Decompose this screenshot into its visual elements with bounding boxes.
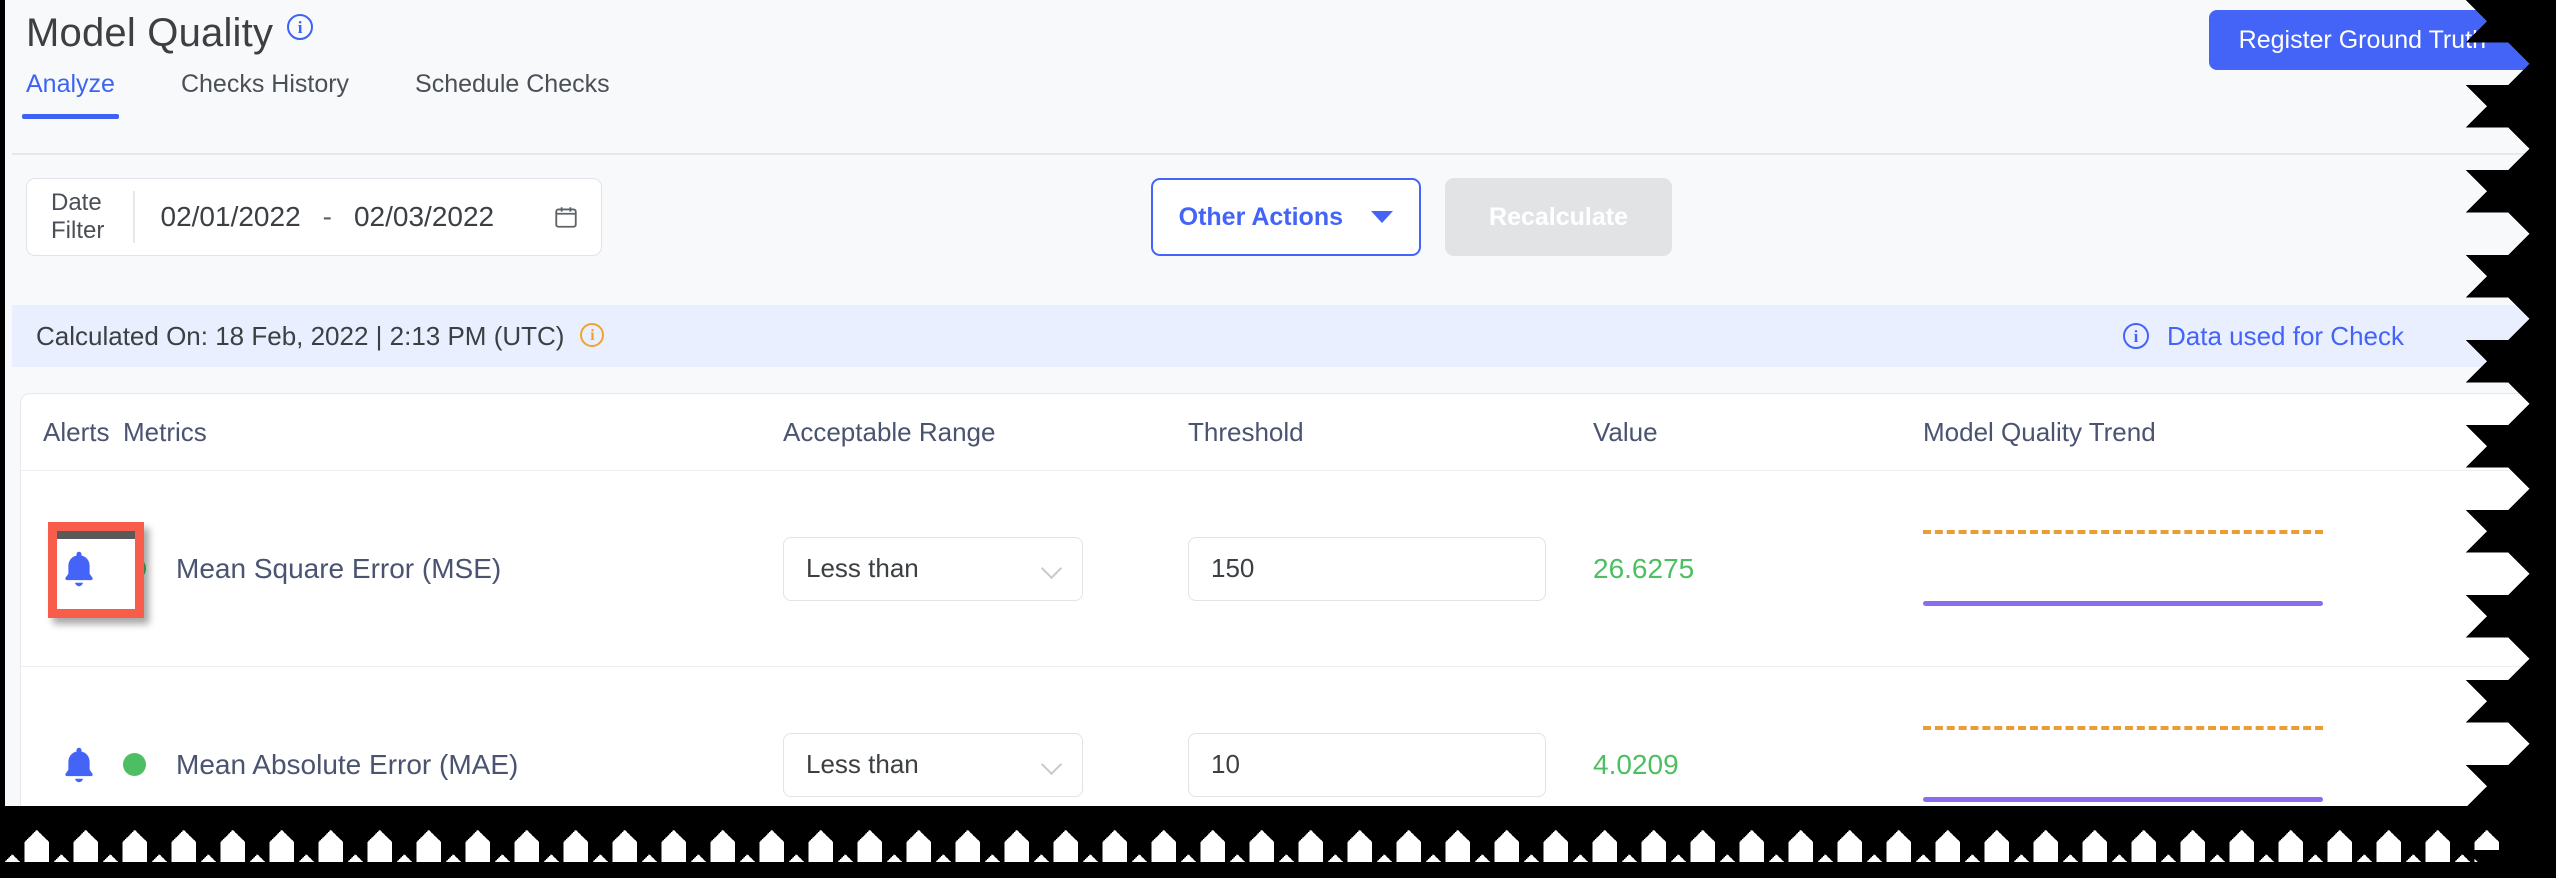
- alert-cell: [21, 729, 123, 801]
- metric-name: Mean Absolute Error (MAE): [176, 748, 519, 780]
- metric-cell: Mean Square Error (MSE): [123, 553, 783, 585]
- register-ground-truth-label: Register Ground Truth: [2238, 25, 2486, 54]
- tab-analyze[interactable]: Analyze: [22, 70, 145, 119]
- page-title-text: Model Quality: [26, 11, 274, 55]
- threshold-trend-line: [1923, 725, 2323, 730]
- acceptable-range-cell: Less than: [783, 732, 1188, 797]
- date-filter-value[interactable]: 02/01/2022 - 02/03/2022: [135, 201, 602, 233]
- calculated-on-text: Calculated On: 18 Feb, 2022 | 2:13 PM (U…: [36, 320, 565, 351]
- bell-icon: [65, 747, 93, 782]
- tab-schedule-checks[interactable]: Schedule Checks: [415, 70, 640, 119]
- threshold-cell: 10: [1188, 732, 1593, 797]
- column-header-acceptable-range: Acceptable Range: [783, 416, 996, 447]
- calculated-on-text-wrap: Calculated On: 18 Feb, 2022 | 2:13 PM (U…: [36, 320, 605, 352]
- acceptable-range-value: Less than: [806, 749, 919, 779]
- table-row: Mean Square Error (MSE) Less than 150 26…: [21, 471, 2555, 667]
- metric-name: Mean Square Error (MSE): [176, 552, 502, 584]
- value-cell: 26.6275: [1593, 553, 1923, 585]
- highlight-inner-shade: [57, 530, 135, 539]
- metric-trend-line: [1923, 600, 2323, 606]
- column-header-alerts: Alerts: [43, 416, 110, 447]
- page-title: Model Quality: [26, 11, 314, 56]
- value-cell: 4.0209: [1593, 749, 1923, 781]
- metric-cell: Mean Absolute Error (MAE): [123, 749, 783, 781]
- header-divider: [12, 153, 2556, 155]
- tab-checks-history[interactable]: Checks History: [181, 70, 379, 119]
- column-header-metrics: Metrics: [123, 416, 207, 447]
- bell-icon: [65, 551, 93, 586]
- alert-bell-button[interactable]: [43, 729, 115, 801]
- info-icon: [2122, 323, 2149, 349]
- date-filter-start: 02/01/2022: [160, 201, 301, 232]
- torn-edge-right-fill: [2536, 0, 2556, 878]
- other-actions-button[interactable]: Other Actions: [1150, 178, 1421, 256]
- recalculate-button[interactable]: Recalculate: [1445, 178, 1672, 256]
- data-used-for-check-label: Data used for Check: [2166, 320, 2404, 351]
- other-actions-label: Other Actions: [1178, 202, 1343, 231]
- model-quality-trend-chart: [1923, 514, 2323, 624]
- date-filter-end: 02/03/2022: [353, 201, 495, 232]
- date-filter-separator: -: [322, 201, 332, 232]
- threshold-input[interactable]: 150: [1188, 536, 1546, 601]
- acceptable-range-cell: Less than: [783, 536, 1188, 601]
- acceptable-range-value: Less than: [806, 553, 919, 583]
- threshold-cell: 150: [1188, 536, 1593, 601]
- calculated-on-banner: Calculated On: 18 Feb, 2022 | 2:13 PM (U…: [12, 305, 2556, 367]
- tab-bar: Analyze Checks History Schedule Checks: [22, 70, 676, 119]
- date-filter-label: Date Filter: [27, 189, 133, 244]
- threshold-input[interactable]: 10: [1188, 732, 1546, 797]
- metric-value: 4.0209: [1593, 748, 1679, 780]
- acceptable-range-select[interactable]: Less than: [783, 536, 1083, 601]
- column-header-threshold: Threshold: [1188, 416, 1304, 447]
- app-header: Model Quality Analyze Checks History Sch…: [12, 0, 2556, 119]
- torn-edge-bottom-fill: [0, 862, 2556, 878]
- metric-value: 26.6275: [1593, 552, 1695, 584]
- chevron-down-icon: [1371, 211, 1393, 223]
- model-quality-trend-chart: [1923, 710, 2323, 820]
- date-filter-label-line2: Filter: [51, 217, 105, 244]
- table-header-row: Alerts Metrics Acceptable Range Threshol…: [21, 394, 2555, 471]
- date-filter-label-line1: Date: [51, 189, 102, 217]
- chevron-down-icon: [1042, 559, 1062, 579]
- warning-info-icon[interactable]: [580, 322, 605, 347]
- metric-trend-line: [1923, 796, 2323, 802]
- date-filter[interactable]: Date Filter 02/01/2022 - 02/03/2022: [26, 178, 602, 256]
- status-dot: [123, 753, 146, 776]
- recalculate-label: Recalculate: [1489, 202, 1628, 231]
- threshold-trend-line: [1923, 529, 2323, 534]
- torn-page-frame: Model Quality Analyze Checks History Sch…: [0, 0, 2556, 878]
- acceptable-range-select[interactable]: Less than: [783, 732, 1083, 797]
- page-root: Model Quality Analyze Checks History Sch…: [6, 0, 2556, 878]
- metrics-table: Alerts Metrics Acceptable Range Threshol…: [20, 393, 2556, 863]
- chevron-down-icon: [1042, 755, 1062, 775]
- filter-bar: Date Filter 02/01/2022 - 02/03/2022 Othe…: [12, 156, 2556, 278]
- column-header-value: Value: [1593, 416, 1658, 447]
- alert-bell-button[interactable]: [43, 521, 144, 618]
- info-icon[interactable]: [287, 14, 314, 41]
- alert-cell: [21, 521, 144, 618]
- calendar-icon[interactable]: [553, 204, 579, 230]
- torn-edge-left: [0, 0, 5, 878]
